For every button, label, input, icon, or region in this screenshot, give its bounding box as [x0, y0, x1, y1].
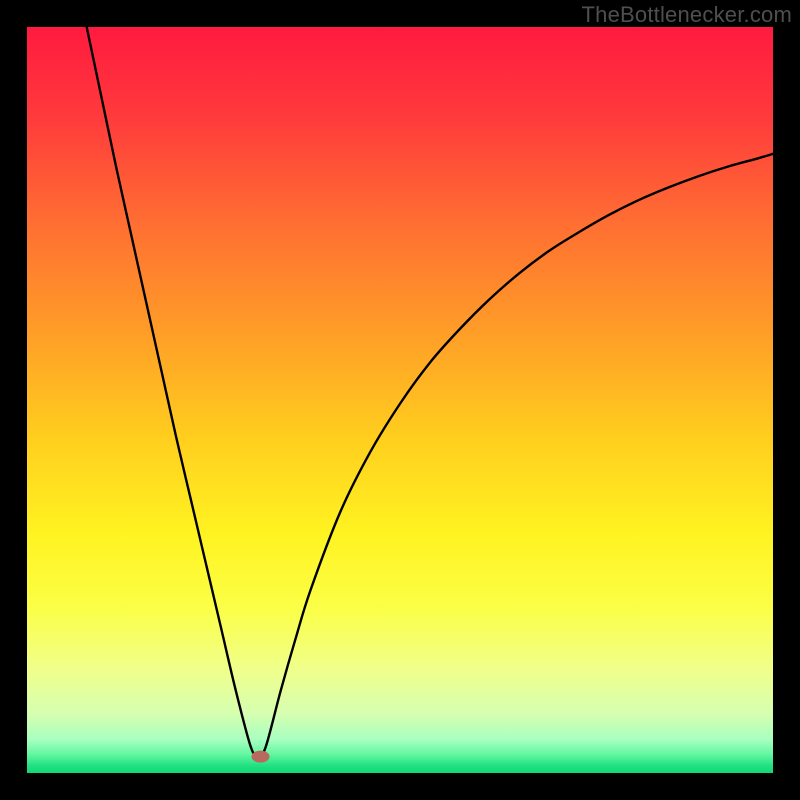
watermark-text: TheBottlenecker.com [582, 2, 792, 28]
chart-frame: TheBottlenecker.com [0, 0, 800, 800]
chart-svg [27, 27, 773, 773]
optimum-marker [251, 751, 269, 763]
gradient-background [27, 27, 773, 773]
plot-area [27, 27, 773, 773]
